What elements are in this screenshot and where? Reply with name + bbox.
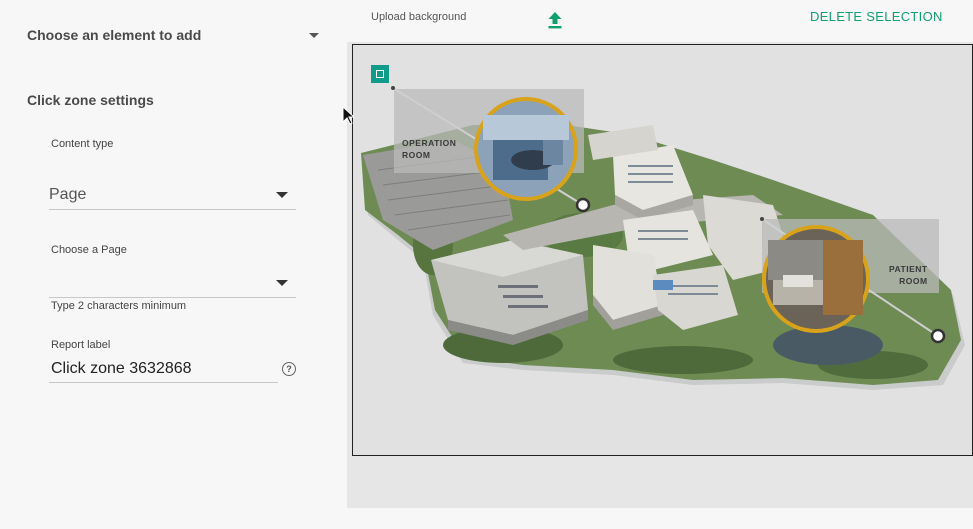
- help-icon[interactable]: ?: [282, 362, 296, 376]
- click-zone-handle[interactable]: [371, 65, 389, 83]
- choose-page-label: Choose a Page: [51, 244, 127, 256]
- content-type-label: Content type: [51, 138, 114, 150]
- operation-room-label: OPERATION ROOM: [402, 138, 457, 160]
- element-type-label: Choose an element to add: [27, 27, 202, 43]
- settings-panel: Choose an element to add Click zone sett…: [0, 0, 340, 529]
- choose-page-hint: Type 2 characters minimum: [51, 300, 187, 312]
- element-type-dropdown[interactable]: Choose an element to add: [27, 25, 319, 45]
- report-label-value: Click zone 3632868: [51, 360, 192, 377]
- hospital-map-image: [361, 86, 965, 390]
- chevron-down-icon: [309, 32, 319, 38]
- report-label-input[interactable]: Click zone 3632868: [49, 358, 278, 383]
- content-type-select[interactable]: Page: [49, 180, 296, 210]
- choose-page-select[interactable]: [49, 268, 296, 298]
- patient-room-label: PATIENT ROOM: [889, 264, 928, 286]
- mouse-cursor-icon: [342, 106, 356, 125]
- chevron-down-icon: [276, 279, 288, 286]
- upload-icon[interactable]: [545, 10, 565, 30]
- section-title: Click zone settings: [27, 92, 154, 108]
- report-label-label: Report label: [51, 339, 111, 351]
- content-type-value: Page: [49, 185, 87, 203]
- delete-selection-button[interactable]: DELETE SELECTION: [810, 9, 943, 24]
- chevron-down-icon: [276, 191, 288, 198]
- upload-background-label: Upload background: [371, 11, 467, 23]
- editor-canvas[interactable]: OPERATION ROOM PATIENT ROOM: [352, 44, 973, 456]
